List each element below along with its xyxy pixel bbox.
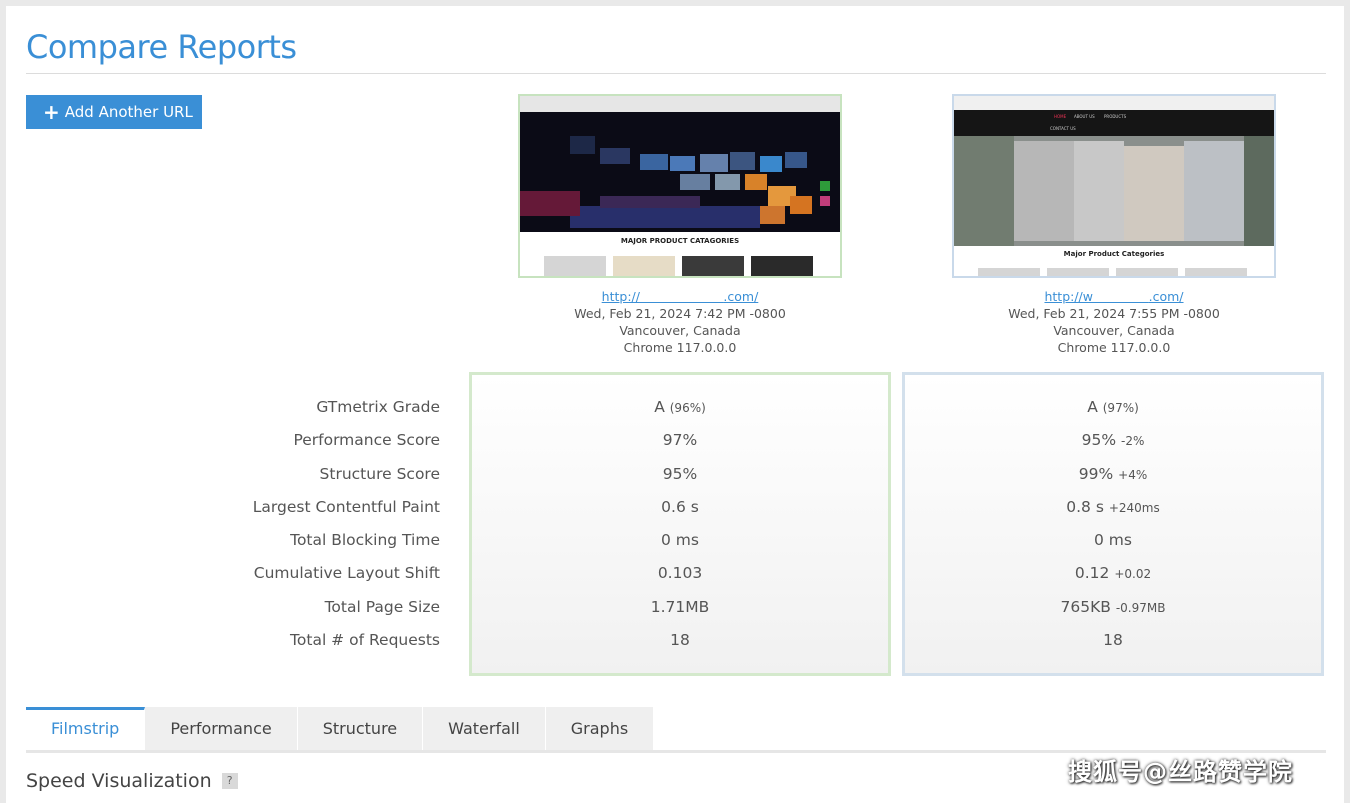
report-tabs: Filmstrip Performance Structure Waterfal… [26, 707, 655, 751]
metric-delta: -2% [1121, 434, 1145, 449]
metric-label: Total Blocking Time [290, 531, 440, 550]
report-2-thumb-nav-contact: CONTACT US [1050, 126, 1076, 131]
tab-performance[interactable]: Performance [145, 707, 298, 751]
metric-delta: +4% [1118, 467, 1148, 482]
add-another-url-label: Add Another URL [64, 103, 193, 121]
metric-value-row: 0 ms [905, 526, 1321, 559]
metric-value-row: 765KB -0.97MB [905, 593, 1321, 626]
metric-value-row: 0.12 +0.02 [905, 559, 1321, 592]
plus-icon: + [43, 100, 60, 124]
metric-label: GTmetrix Grade [316, 398, 440, 416]
metric-value: 0.103 [657, 564, 703, 583]
metric-value: 0 ms [661, 531, 699, 550]
report-2-meta: http://w .com/ Wed, Feb 21, 2024 7:55 PM… [954, 288, 1274, 356]
metric-value: 97% [662, 431, 698, 450]
metric-value-row: 0.103 [472, 559, 888, 592]
metric-value-row: 99% +4% [905, 460, 1321, 493]
metric-value-row: 97% [472, 426, 888, 459]
report-1-url-link[interactable]: http:// .com/ [602, 289, 759, 304]
metric-value: 99% [1078, 464, 1114, 483]
report-1-screenshot[interactable]: MAJOR PRODUCT CATAGORIES [518, 94, 842, 278]
title-divider [26, 73, 1326, 74]
metric-value: 1.71MB [650, 597, 710, 616]
metric-value-row: 18 [472, 626, 888, 659]
help-icon[interactable]: ? [221, 773, 238, 789]
metric-value-row: A (96%) [472, 393, 888, 426]
report-1-date: Wed, Feb 21, 2024 7:42 PM -0800 [574, 306, 786, 321]
metric-label: Largest Contentful Paint [252, 497, 440, 516]
watermark: 搜狐号@丝路赞学院 [1068, 758, 1293, 786]
metric-value-row: 1.71MB [472, 593, 888, 626]
metric-delta: +0.02 [1114, 567, 1152, 582]
metric-delta: +240ms [1108, 500, 1160, 515]
report-1-thumb-heading: MAJOR PRODUCT CATAGORIES [621, 237, 739, 245]
metric-value-row: 95% [472, 460, 888, 493]
report-2-location: Vancouver, Canada [1053, 323, 1175, 338]
tab-structure[interactable]: Structure [297, 707, 424, 751]
compare-reports-page: Compare Reports + Add Another URL MAJOR … [6, 6, 1344, 803]
report-1-metrics: A (96%) 97% 95% 0.6 s 0 ms 0.103 1.71MB … [469, 372, 891, 676]
metric-value: 0 ms [1094, 531, 1132, 550]
metric-value: A [654, 398, 665, 416]
report-2-browser: Chrome 117.0.0.0 [1057, 340, 1171, 355]
report-1-location: Vancouver, Canada [619, 323, 741, 338]
metric-value-row: 0 ms [472, 526, 888, 559]
metric-value: 95% [662, 464, 698, 483]
report-2-thumb-nav-products: PRODUCTS [1104, 114, 1127, 119]
report-2-metrics: A (97%) 95% -2% 99% +4% 0.8 s +240ms 0 m… [902, 372, 1324, 676]
metric-value: 18 [1103, 631, 1123, 650]
metric-label: Total # of Requests [290, 631, 440, 650]
report-2-thumb-nav-about: ABOUT US [1074, 114, 1095, 119]
metric-value-row: 95% -2% [905, 426, 1321, 459]
metric-value: A [1087, 398, 1098, 416]
metric-delta: (96%) [669, 401, 706, 415]
add-another-url-button[interactable]: + Add Another URL [26, 95, 202, 129]
report-2-screenshot[interactable]: HOME ABOUT US PRODUCTS CONTACT US Major … [952, 94, 1276, 278]
report-1-meta: http:// .com/ Wed, Feb 21, 2024 7:42 PM … [520, 288, 840, 356]
report-2-screenshot-image: HOME ABOUT US PRODUCTS CONTACT US Major … [954, 96, 1274, 276]
report-2-date: Wed, Feb 21, 2024 7:55 PM -0800 [1008, 306, 1220, 321]
metric-value-row: 0.8 s +240ms [905, 493, 1321, 526]
page-title: Compare Reports [26, 28, 297, 66]
report-1-browser: Chrome 117.0.0.0 [623, 340, 737, 355]
tab-graphs[interactable]: Graphs [545, 707, 655, 751]
metric-value: 95% [1081, 431, 1117, 450]
section-title: Speed Visualization [26, 770, 212, 792]
metric-value: 18 [670, 631, 690, 650]
speed-visualization-heading: Speed Visualization ? [26, 770, 238, 792]
metric-value: 0.12 [1074, 564, 1110, 583]
report-1-screenshot-image: MAJOR PRODUCT CATAGORIES [520, 96, 840, 276]
metric-delta: (97%) [1102, 401, 1139, 415]
metric-labels: GTmetrix Grade Performance Score Structu… [186, 393, 440, 659]
metric-value: 0.8 s [1066, 497, 1104, 516]
metric-value-row: 18 [905, 626, 1321, 659]
metric-value-row: 0.6 s [472, 493, 888, 526]
report-2-thumb-nav-home: HOME [1054, 114, 1067, 119]
metric-label: Structure Score [319, 464, 440, 483]
metric-label: Cumulative Layout Shift [253, 564, 440, 583]
report-2-url-link[interactable]: http://w .com/ [1044, 289, 1183, 304]
metric-value: 0.6 s [661, 497, 699, 516]
metric-delta: -0.97MB [1115, 600, 1166, 615]
metric-value: 765KB [1060, 597, 1111, 616]
metric-value-row: A (97%) [905, 393, 1321, 426]
tab-filmstrip[interactable]: Filmstrip [26, 707, 146, 751]
tab-waterfall[interactable]: Waterfall [423, 707, 546, 751]
metric-label: Total Page Size [324, 597, 440, 616]
metric-label: Performance Score [293, 431, 440, 450]
report-2-thumb-heading: Major Product Categories [1064, 250, 1165, 258]
